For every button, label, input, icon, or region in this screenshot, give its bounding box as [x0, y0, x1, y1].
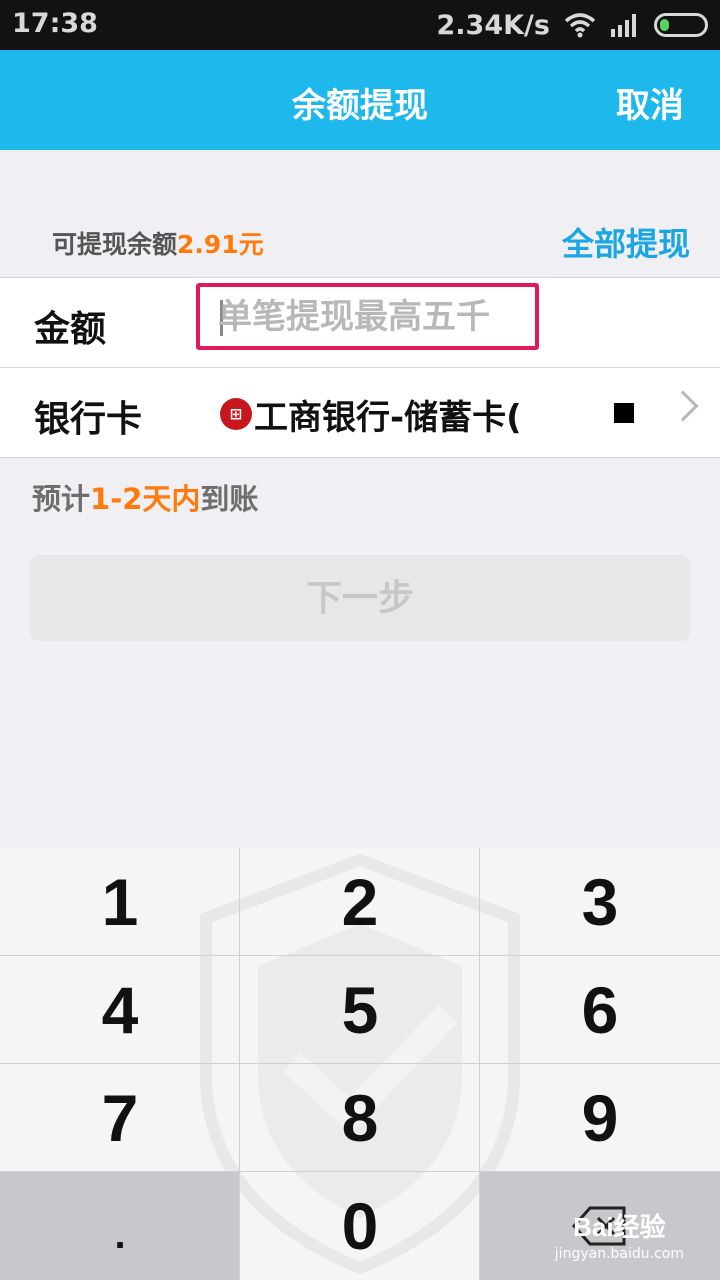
eta-suffix: 到账: [200, 482, 259, 516]
battery-icon: [654, 13, 708, 37]
eta-prefix: 预计: [32, 482, 91, 516]
wifi-icon: [564, 13, 596, 38]
icbc-bank-icon: ⊞: [220, 398, 252, 430]
amount-input[interactable]: [218, 295, 528, 339]
signal-icon: [611, 14, 636, 37]
status-indicators: 2.34K/s: [437, 8, 708, 42]
amount-label: 金额: [34, 309, 107, 350]
numeric-keypad: . 1 2 3 4 5 6 7 8 9 0 Bai经验 jingyan.baid…: [0, 848, 720, 1280]
baidu-jingyan-watermark: Bai经验 jingyan.baidu.com: [555, 1207, 684, 1262]
page-title: 余额提现: [292, 86, 428, 126]
status-bar: 17:38 2.34K/s: [0, 0, 720, 50]
key-6[interactable]: 6: [480, 956, 720, 1064]
network-speed: 2.34K/s: [436, 9, 550, 41]
key-5[interactable]: 5: [240, 956, 480, 1064]
card-number-redaction: [545, 397, 605, 431]
bank-card-row[interactable]: 银行卡 ⊞ 工商银行-储蓄卡(: [0, 367, 720, 458]
available-balance-amount: 2.91元: [177, 230, 264, 259]
card-number-mask: [614, 403, 634, 423]
withdraw-all-button[interactable]: 全部提现: [562, 219, 690, 265]
nav-bar: 余额提现 取消: [0, 50, 720, 150]
bank-card-name: 工商银行-储蓄卡(: [254, 398, 522, 438]
status-time: 17:38: [12, 8, 98, 39]
chevron-right-icon: [667, 390, 699, 422]
key-4[interactable]: 4: [0, 956, 240, 1064]
key-3[interactable]: 3: [480, 848, 720, 956]
key-1[interactable]: 1: [0, 848, 240, 956]
watermark-logo: Bai经验: [573, 1212, 666, 1242]
key-9[interactable]: 9: [480, 1064, 720, 1172]
amount-input-highlight: [196, 283, 539, 350]
arrival-estimate: 预计1-2天内到账: [32, 476, 258, 518]
key-dot[interactable]: .: [0, 1172, 240, 1280]
key-0[interactable]: 0: [240, 1172, 480, 1280]
next-step-button[interactable]: 下一步: [30, 555, 690, 641]
eta-highlight: 1-2天内: [90, 482, 201, 516]
key-7[interactable]: 7: [0, 1064, 240, 1172]
available-balance: 可提现余额2.91元: [52, 225, 264, 261]
bank-card-label: 银行卡: [34, 399, 143, 440]
watermark-url: jingyan.baidu.com: [554, 1246, 684, 1262]
balance-row: 可提现余额2.91元 全部提现: [0, 215, 720, 265]
cancel-button[interactable]: 取消: [616, 78, 684, 127]
key-8[interactable]: 8: [240, 1064, 480, 1172]
key-2[interactable]: 2: [240, 848, 480, 956]
amount-row: 金额: [0, 277, 720, 367]
available-balance-label: 可提现余额: [52, 230, 178, 259]
